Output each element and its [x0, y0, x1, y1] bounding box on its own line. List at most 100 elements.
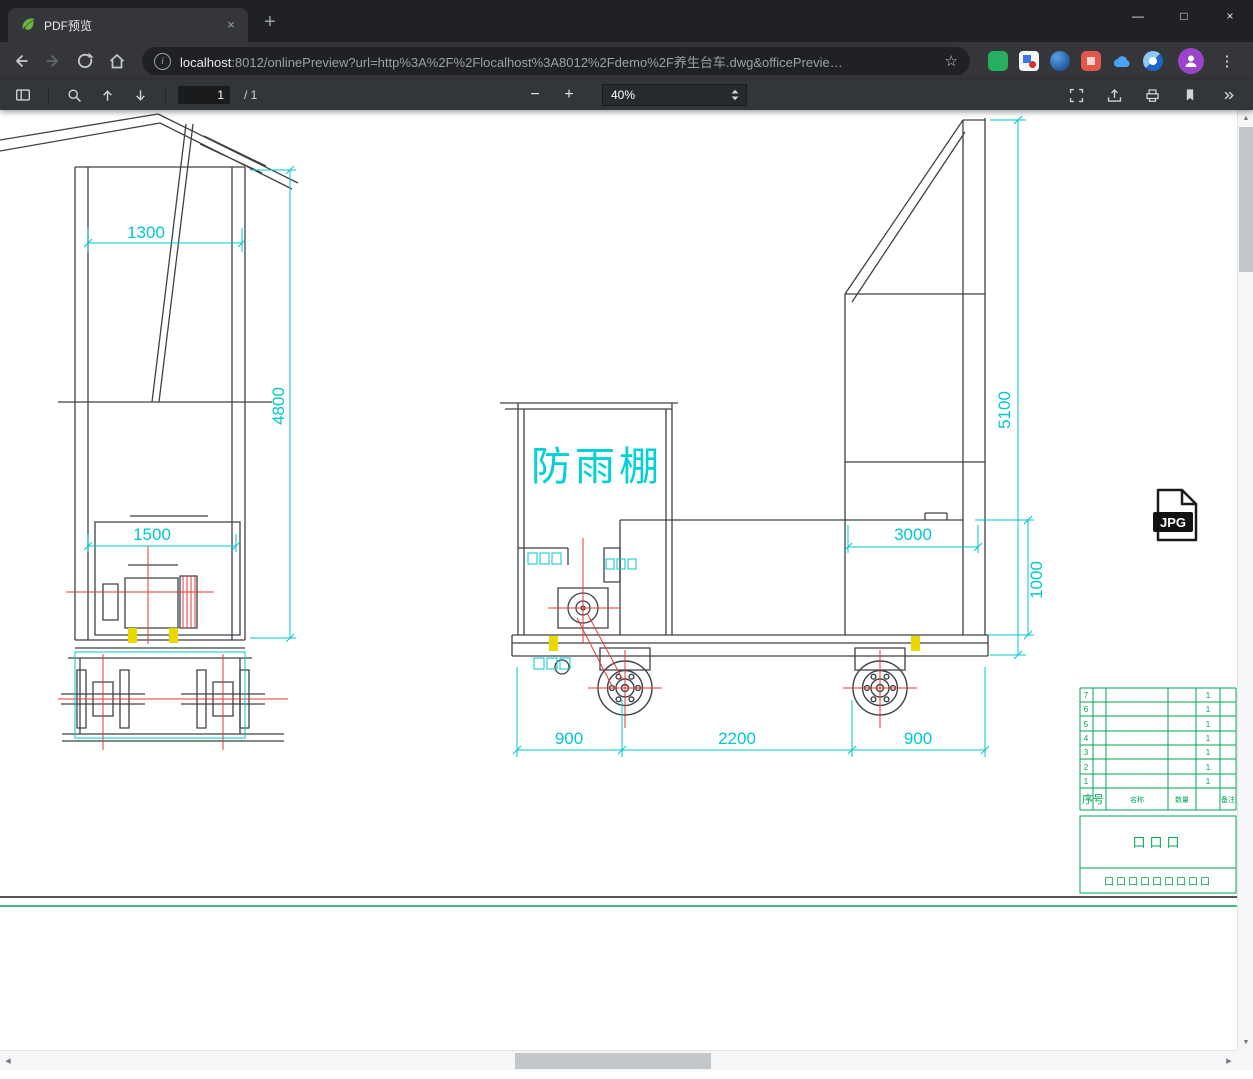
page-number-input[interactable]: [178, 86, 230, 104]
arrow-down-icon: [135, 89, 145, 101]
browser-tab[interactable]: PDF预览 ×: [8, 8, 248, 42]
dim-side-box-height: 1000: [1027, 561, 1046, 599]
zoom-level-select[interactable]: 40%: [602, 84, 747, 106]
scroll-down-arrow[interactable]: ▼: [1238, 1034, 1253, 1050]
more-tools-button[interactable]: [1215, 83, 1241, 107]
row-qty: 1: [1206, 691, 1211, 700]
back-button[interactable]: [6, 46, 36, 76]
url-host: localhost: [180, 54, 232, 70]
home-icon: [109, 53, 125, 69]
previous-page-button[interactable]: [94, 83, 120, 107]
page-total-label: / 1: [244, 88, 258, 102]
pdf-toolbar-right: [1063, 83, 1241, 107]
title-block-text: 7 6 5 4 3 2 1 1 1 1 1 1 1 1 序号 名称 数量 备注 …: [1082, 691, 1235, 888]
extension-green-icon[interactable]: [988, 51, 1008, 71]
extension-red-grid-icon[interactable]: [1081, 51, 1101, 71]
title-block-doc-title: 口口口: [1132, 835, 1183, 850]
scrollbar-corner: [1237, 1050, 1253, 1070]
dim-side-upper-width: 3000: [894, 525, 932, 544]
page-info-icon[interactable]: i: [154, 52, 171, 70]
pdf-toolbar-center: − + 40%: [522, 83, 747, 107]
title-block-footer: 口口口口口口口口口: [1104, 877, 1212, 888]
open-file-button[interactable]: [1101, 83, 1127, 107]
bookmark-view-button[interactable]: [1177, 83, 1203, 107]
find-button[interactable]: [61, 83, 87, 107]
side-view-lines: [500, 118, 989, 675]
extension-blue-circle-icon[interactable]: [1143, 51, 1163, 71]
tab-close-icon[interactable]: ×: [222, 16, 240, 34]
vertical-scrollbar[interactable]: ▲ ▼: [1237, 110, 1253, 1050]
dim-front-height: 4800: [269, 387, 288, 425]
reload-button[interactable]: [70, 46, 100, 76]
tab-title: PDF预览: [44, 18, 93, 33]
window-controls: — □ ×: [1115, 0, 1253, 31]
window-minimize-button[interactable]: —: [1115, 0, 1161, 31]
scroll-left-arrow[interactable]: ◀: [0, 1052, 16, 1070]
double-chevron-right-icon: [1224, 91, 1234, 99]
toolbar-divider: [48, 87, 49, 103]
extension-blue-globe-icon[interactable]: [1050, 51, 1070, 71]
row-qty: 1: [1206, 748, 1211, 757]
bookmark-star-icon[interactable]: ☆: [945, 52, 958, 70]
jpg-file-icon: JPG: [1153, 488, 1198, 542]
header-qty: 数量: [1175, 795, 1189, 804]
row-qty: 1: [1206, 720, 1211, 729]
header-index: 序号: [1082, 792, 1104, 806]
dim-side-bottom-right: 900: [904, 729, 932, 748]
cyan-dimension-lines: [74, 115, 1034, 757]
row-qty: 1: [1206, 763, 1211, 772]
dim-front-top-width: 1300: [127, 223, 165, 242]
shelter-label: 防雨棚: [531, 445, 663, 489]
presentation-mode-button[interactable]: [1063, 83, 1089, 107]
browser-navbar: i localhost:8012/onlinePreview?url=http%…: [0, 42, 1253, 80]
dim-side-bottom-mid: 2200: [718, 729, 756, 748]
pdf-toolbar: / 1 − + 40%: [0, 80, 1253, 110]
browser-menu-icon[interactable]: ⋮: [1215, 52, 1239, 70]
next-page-button[interactable]: [127, 83, 153, 107]
zoom-level-value: 40%: [611, 88, 636, 102]
sidebar-toggle-icon: [16, 89, 30, 101]
window-close-button[interactable]: ×: [1207, 0, 1253, 31]
zoom-out-button[interactable]: −: [522, 83, 548, 107]
row-num: 6: [1084, 705, 1089, 714]
row-qty: 1: [1206, 705, 1211, 714]
row-num: 4: [1084, 734, 1089, 743]
pdf-page-content: 1300 4800 1500 防雨棚 5100 3000 1000 900 22…: [0, 110, 1237, 1050]
extension-cloud-icon[interactable]: [1112, 51, 1132, 71]
forward-arrow-icon: [46, 54, 59, 68]
search-icon: [67, 88, 81, 102]
horizontal-scrollbar[interactable]: ◀ ▶: [0, 1050, 1237, 1070]
title-block: [1079, 687, 1237, 894]
zoom-in-button[interactable]: +: [556, 83, 582, 107]
sidebar-toggle-button[interactable]: [10, 83, 36, 107]
new-tab-button[interactable]: +: [256, 9, 284, 37]
select-spinner-icon: [731, 89, 739, 101]
scroll-up-arrow[interactable]: ▲: [1238, 110, 1253, 126]
header-note: 备注: [1221, 795, 1235, 804]
bookmark-icon: [1186, 89, 1194, 101]
extension-icons: ⋮: [980, 48, 1247, 74]
pdf-toolbar-left: / 1: [10, 83, 257, 107]
toolbar-divider: [165, 87, 166, 103]
row-qty: 1: [1206, 777, 1211, 786]
row-qty: 1: [1206, 734, 1211, 743]
row-num: 5: [1084, 720, 1089, 729]
url-bar[interactable]: i localhost:8012/onlinePreview?url=http%…: [142, 47, 970, 75]
jpg-badge-label: JPG: [1160, 515, 1186, 530]
horizontal-scrollbar-thumb[interactable]: [515, 1053, 711, 1069]
scroll-right-arrow[interactable]: ▶: [1221, 1052, 1237, 1070]
open-file-icon: [1107, 88, 1121, 102]
vertical-scrollbar-thumb[interactable]: [1239, 127, 1253, 272]
sheet-border-lines: [0, 896, 1237, 907]
print-button[interactable]: [1139, 83, 1165, 107]
home-button[interactable]: [102, 46, 132, 76]
dim-side-bottom-left: 900: [555, 729, 583, 748]
extension-translate-icon[interactable]: [1019, 51, 1039, 71]
row-num: 7: [1084, 691, 1089, 700]
arrow-up-icon: [102, 89, 112, 101]
forward-button[interactable]: [38, 46, 68, 76]
red-centerlines: [58, 538, 917, 750]
url-text: localhost:8012/onlinePreview?url=http%3A…: [180, 52, 936, 71]
profile-avatar[interactable]: [1178, 48, 1204, 74]
window-maximize-button[interactable]: □: [1161, 0, 1207, 31]
